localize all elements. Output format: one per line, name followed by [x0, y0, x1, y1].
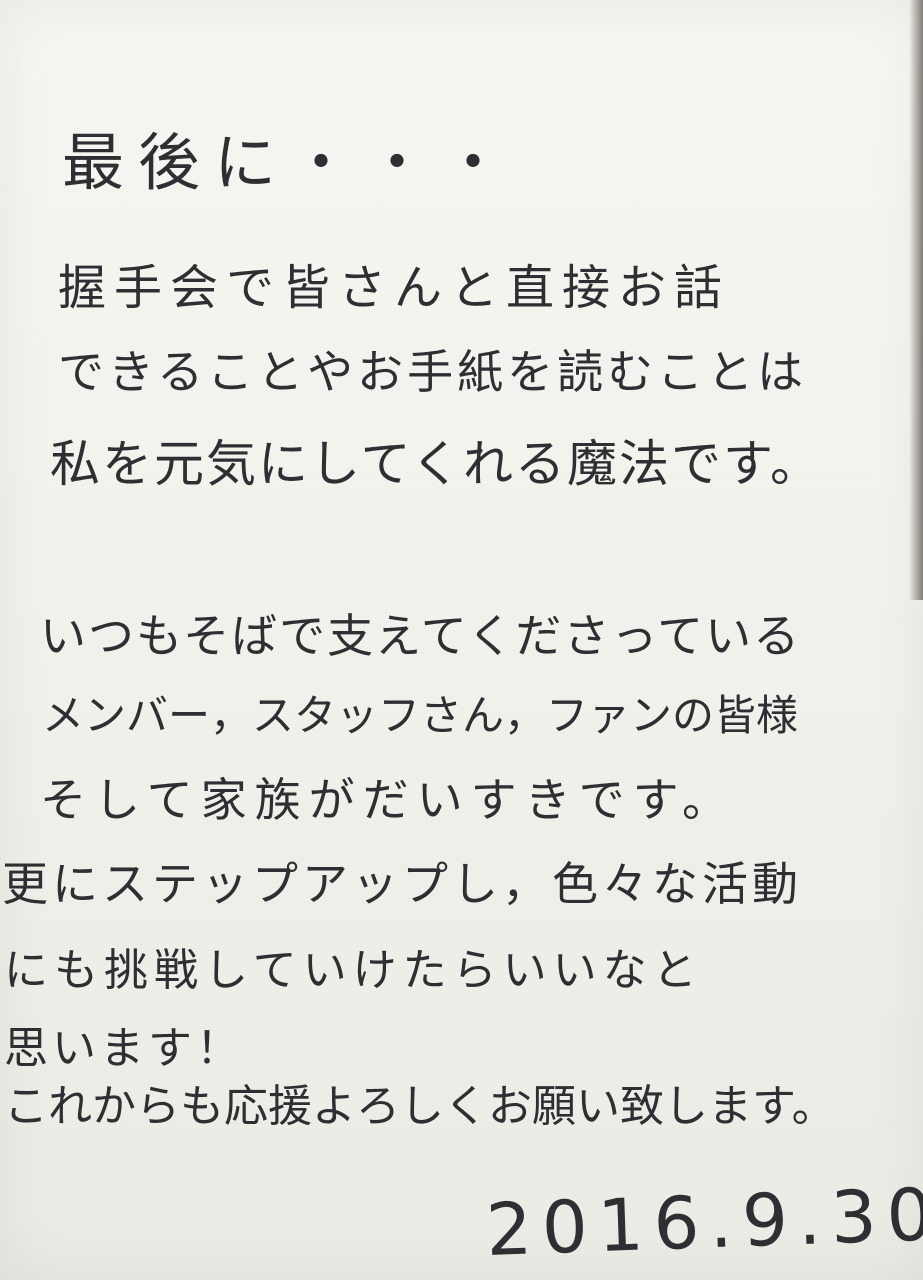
letter-line-8: 更にステップアップし，色々な活動	[2, 857, 802, 911]
letter-line-1: 最後に・・・	[62, 126, 519, 199]
letter-line-6: メンバー，スタッフさん，ファンの皆様	[42, 691, 799, 740]
letter-line-5: いつもそばで支えてくださっている	[40, 609, 802, 663]
letter-paper: 最後に・・・ 握手会で皆さんと直接お話 できることやお手紙を読むことは 私を元気…	[0, 0, 923, 1280]
letter-line-11: これからも応援よろしくお願い致します。	[4, 1081, 836, 1132]
letter-date: 2016.9.30	[484, 1172, 923, 1272]
letter-line-10: 思います！	[4, 1023, 244, 1074]
letter-line-7: そして家族がだいすきです。	[40, 773, 737, 827]
letter-line-4: 私を元気にしてくれる魔法です。	[50, 435, 822, 493]
letter-line-3: できることやお手紙を読むことは	[58, 345, 808, 399]
background-edge	[909, 0, 923, 600]
letter-line-9: にも挑戦していけたらいいなと	[4, 945, 703, 996]
letter-line-2: 握手会で皆さんと直接お話	[58, 260, 731, 316]
